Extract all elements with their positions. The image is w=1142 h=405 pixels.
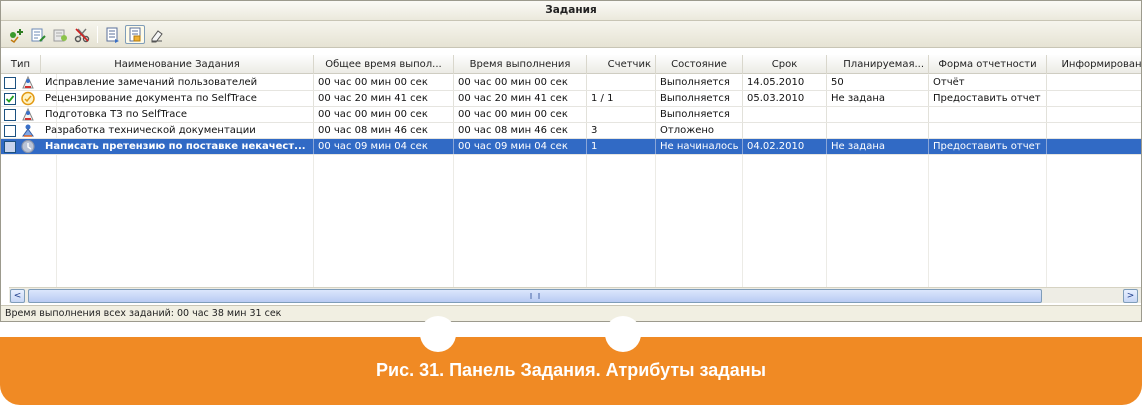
table-row[interactable]: Рецензирование документа по SelfTrace 00 …	[1, 91, 1141, 107]
cell-report-form	[929, 123, 1047, 138]
edit-task-icon[interactable]	[28, 25, 48, 44]
report-icon[interactable]	[103, 25, 123, 44]
decorative-circle	[605, 316, 641, 352]
cell-counter	[587, 107, 656, 122]
task-person-icon	[20, 123, 36, 138]
cell-planned: Не задана	[827, 91, 929, 106]
cell-report-form: Предоставить отчет	[929, 91, 1047, 106]
scroll-thumb[interactable]	[28, 289, 1042, 303]
tasks-panel: Задания Тип Наименование Задания Общее в…	[0, 0, 1142, 322]
cell-planned: Не задана	[827, 139, 929, 154]
cell-deadline	[743, 123, 827, 138]
table-row[interactable]: Подготовка ТЗ по SelfTrace 00 час 00 мин …	[1, 107, 1141, 123]
cell-exec-time: 00 час 20 мин 41 сек	[454, 91, 587, 106]
grid-header: Тип Наименование Задания Общее время вып…	[1, 55, 1141, 74]
add-task-icon[interactable]	[6, 25, 26, 44]
cell-informed	[1047, 139, 1141, 154]
caption-text: Рис. 31. Панель Задания. Атрибуты заданы	[376, 360, 766, 380]
clear-icon[interactable]	[147, 25, 167, 44]
horizontal-scrollbar[interactable]: < >	[9, 287, 1141, 303]
cell-report-form	[929, 107, 1047, 122]
cell-informed	[1047, 123, 1141, 138]
export-icon[interactable]	[125, 25, 145, 44]
cell-total-time: 00 час 09 мин 04 сек	[314, 139, 454, 154]
column-header-counter[interactable]: Счетчик	[587, 55, 656, 74]
task-review-icon	[20, 91, 36, 106]
tasks-grid: Тип Наименование Задания Общее время вып…	[1, 49, 1141, 287]
table-row[interactable]: Исправление замечаний пользователей 00 ча…	[1, 75, 1141, 91]
cell-total-time: 00 час 20 мин 41 сек	[314, 91, 454, 106]
column-header-informed[interactable]: Информирован	[1047, 55, 1141, 74]
cell-name: Написать претензию по поставке некачест.…	[41, 139, 314, 154]
cell-counter: 1 / 1	[587, 91, 656, 106]
cell-deadline: 05.03.2010	[743, 91, 827, 106]
status-bar: Время выполнения всех заданий: 00 час 38…	[1, 305, 1141, 321]
toolbar	[1, 21, 1141, 48]
task-checkbox[interactable]	[4, 141, 16, 153]
cell-state: Выполняется	[656, 107, 743, 122]
cell-total-time: 00 час 08 мин 46 сек	[314, 123, 454, 138]
task-checkbox[interactable]	[4, 125, 16, 137]
cell-state: Не начиналось	[656, 139, 743, 154]
cell-exec-time: 00 час 08 мин 46 сек	[454, 123, 587, 138]
cell-informed	[1047, 107, 1141, 122]
cell-informed	[1047, 75, 1141, 90]
cut-task-icon[interactable]	[72, 25, 92, 44]
cell-state: Выполняется	[656, 75, 743, 90]
delete-task-icon[interactable]	[50, 25, 70, 44]
decorative-circle	[420, 316, 456, 352]
task-clock-icon	[20, 139, 36, 154]
scroll-left-button[interactable]: <	[10, 289, 25, 303]
column-header-type[interactable]: Тип	[1, 55, 41, 74]
column-header-total-time[interactable]: Общее время выпол...	[314, 55, 454, 74]
task-warning-icon	[20, 75, 36, 90]
task-checkbox[interactable]	[4, 77, 16, 89]
cell-counter: 3	[587, 123, 656, 138]
cell-counter	[587, 75, 656, 90]
scroll-grip-icon	[530, 293, 540, 299]
cell-total-time: 00 час 00 мин 00 сек	[314, 75, 454, 90]
cell-planned: 50	[827, 75, 929, 90]
toolbar-separator	[97, 26, 98, 43]
cell-exec-time: 00 час 00 мин 00 сек	[454, 75, 587, 90]
figure-caption: Рис. 31. Панель Задания. Атрибуты заданы	[0, 337, 1142, 405]
cell-state: Отложено	[656, 123, 743, 138]
cell-counter: 1	[587, 139, 656, 154]
cell-deadline: 04.02.2010	[743, 139, 827, 154]
column-header-state[interactable]: Состояние	[656, 55, 743, 74]
column-header-report-form[interactable]: Форма отчетности	[929, 55, 1047, 74]
cell-total-time: 00 час 00 мин 00 сек	[314, 107, 454, 122]
column-header-planned[interactable]: Планируемая...	[827, 55, 929, 74]
cell-informed	[1047, 91, 1141, 106]
table-row[interactable]: Разработка технической документации 00 ча…	[1, 123, 1141, 139]
column-header-deadline[interactable]: Срок	[743, 55, 827, 74]
column-header-exec-time[interactable]: Время выполнения	[454, 55, 587, 74]
cell-report-form: Отчёт	[929, 75, 1047, 90]
scroll-right-button[interactable]: >	[1123, 289, 1138, 303]
checkmark-icon	[5, 95, 15, 103]
table-row[interactable]: Написать претензию по поставке некачест.…	[1, 139, 1141, 155]
cell-name: Подготовка ТЗ по SelfTrace	[41, 107, 314, 122]
cell-exec-time: 00 час 00 мин 00 сек	[454, 107, 587, 122]
cell-deadline: 14.05.2010	[743, 75, 827, 90]
cell-report-form: Предоставить отчет	[929, 139, 1047, 154]
cell-exec-time: 00 час 09 мин 04 сек	[454, 139, 587, 154]
column-header-name[interactable]: Наименование Задания	[41, 55, 314, 74]
cell-name: Разработка технической документации	[41, 123, 314, 138]
cell-name: Исправление замечаний пользователей	[41, 75, 314, 90]
cell-state: Выполняется	[656, 91, 743, 106]
cell-planned	[827, 107, 929, 122]
task-checkbox[interactable]	[4, 109, 16, 121]
cell-name: Рецензирование документа по SelfTrace	[41, 91, 314, 106]
task-checkbox[interactable]	[4, 93, 16, 105]
cell-planned	[827, 123, 929, 138]
cell-deadline	[743, 107, 827, 122]
task-warning-icon	[20, 107, 36, 122]
panel-title: Задания	[1, 1, 1141, 21]
